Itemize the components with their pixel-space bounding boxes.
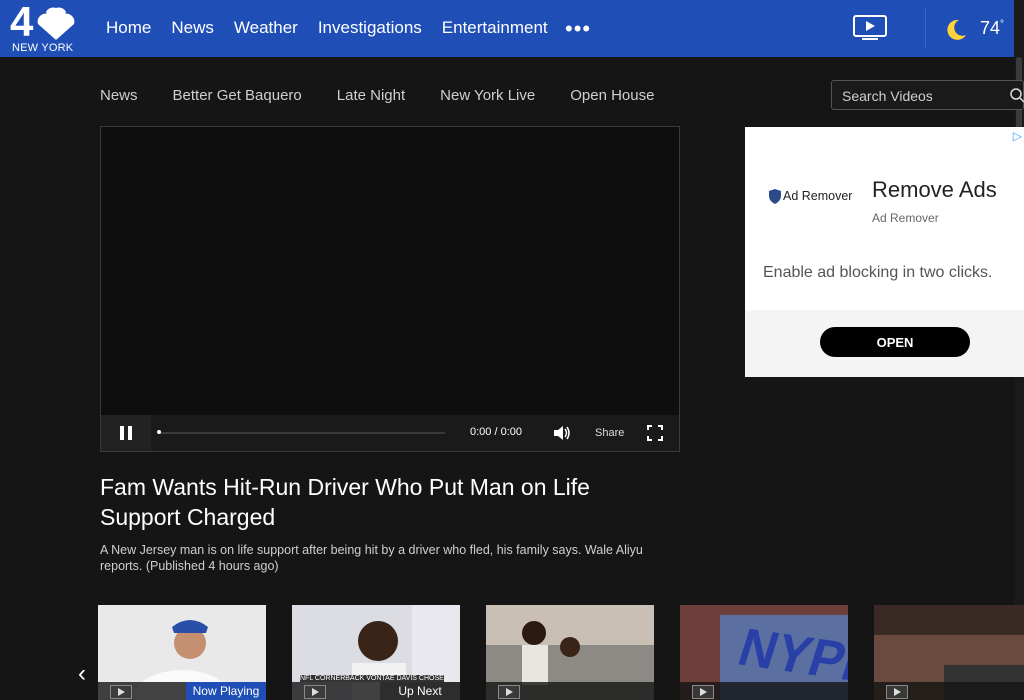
top-navigation-bar: 4 NEW YORK Home News Weather Investigati… [0,0,1024,57]
progress-handle[interactable] [157,430,161,434]
pause-button[interactable] [101,415,151,451]
nav-item-home[interactable]: Home [106,18,151,38]
tv-icon[interactable] [853,15,887,46]
video-thumbnail[interactable] [486,605,654,700]
nav-item-entertainment[interactable]: Entertainment [442,18,548,38]
carousel-prev-icon[interactable]: ‹ [78,660,86,688]
video-headline: Fam Wants Hit-Run Driver Who Put Man on … [100,474,590,530]
nbc4-new-york-logo[interactable]: 4 NEW YORK [10,0,82,54]
search-icon[interactable] [1009,87,1024,108]
play-icon [304,685,326,699]
nav-divider [925,8,926,49]
search-input[interactable] [840,87,1004,105]
play-icon [498,685,520,699]
video-category-nav: News Better Get Baquero Late Night New Y… [100,87,689,104]
time-display: 0:00 / 0:00 [470,426,522,438]
play-icon [692,685,714,699]
progress-bar[interactable] [159,432,445,434]
nav-item-investigations[interactable]: Investigations [318,18,422,38]
ad-title[interactable]: Remove Ads [872,177,997,203]
video-thumbnail[interactable]: Now Playing [98,605,266,700]
search-videos-box [831,80,1024,110]
up-next-label: Up Next [380,682,460,700]
volume-icon[interactable] [553,425,571,446]
video-player[interactable]: 0:00 / 0:00 Share [100,126,680,452]
ad-open-button[interactable]: OPEN [820,327,970,357]
ad-subtitle: Ad Remover [872,211,939,225]
fullscreen-icon[interactable] [647,425,663,446]
ad-choices-icon[interactable]: ▷ [1013,129,1022,143]
more-menu-button[interactable]: ••• [565,18,591,40]
category-new-york-live[interactable]: New York Live [440,87,535,104]
main-nav: Home News Weather Investigations Enterta… [106,18,568,38]
play-icon [110,685,132,699]
share-button[interactable]: Share [595,427,624,439]
shield-icon [769,189,781,209]
category-better-get-baquero[interactable]: Better Get Baquero [173,87,302,104]
weather-temperature[interactable]: 74° [980,18,1004,39]
video-thumbnail[interactable] [874,605,1024,700]
now-playing-label: Now Playing [186,682,266,700]
video-thumbnail[interactable]: NFL CORNERBACK VONTAE DAVIS CHOSE Up Nex… [292,605,460,700]
pause-icon [120,426,132,440]
category-news[interactable]: News [100,87,138,104]
video-description: A New Jersey man is on life support afte… [100,543,643,573]
peacock-icon [37,7,75,40]
category-open-house[interactable]: Open House [570,87,654,104]
moon-icon [944,18,968,47]
nav-item-news[interactable]: News [171,18,214,38]
video-thumbnail[interactable]: NYPD [680,605,848,700]
advertisement[interactable]: ▷ Ad Remover Remove Ads Ad Remover Enabl… [745,127,1024,377]
logo-city: NEW YORK [12,42,74,54]
player-controls: 0:00 / 0:00 Share [101,415,679,451]
ad-body-text: Enable ad blocking in two clicks. [763,264,993,281]
category-late-night[interactable]: Late Night [337,87,405,104]
nav-item-weather[interactable]: Weather [234,18,298,38]
play-icon [886,685,908,699]
thumbnail-caption: NFL CORNERBACK VONTAE DAVIS CHOSE [300,675,444,682]
logo-number: 4 [10,0,33,45]
ad-brand: Ad Remover [783,189,853,203]
